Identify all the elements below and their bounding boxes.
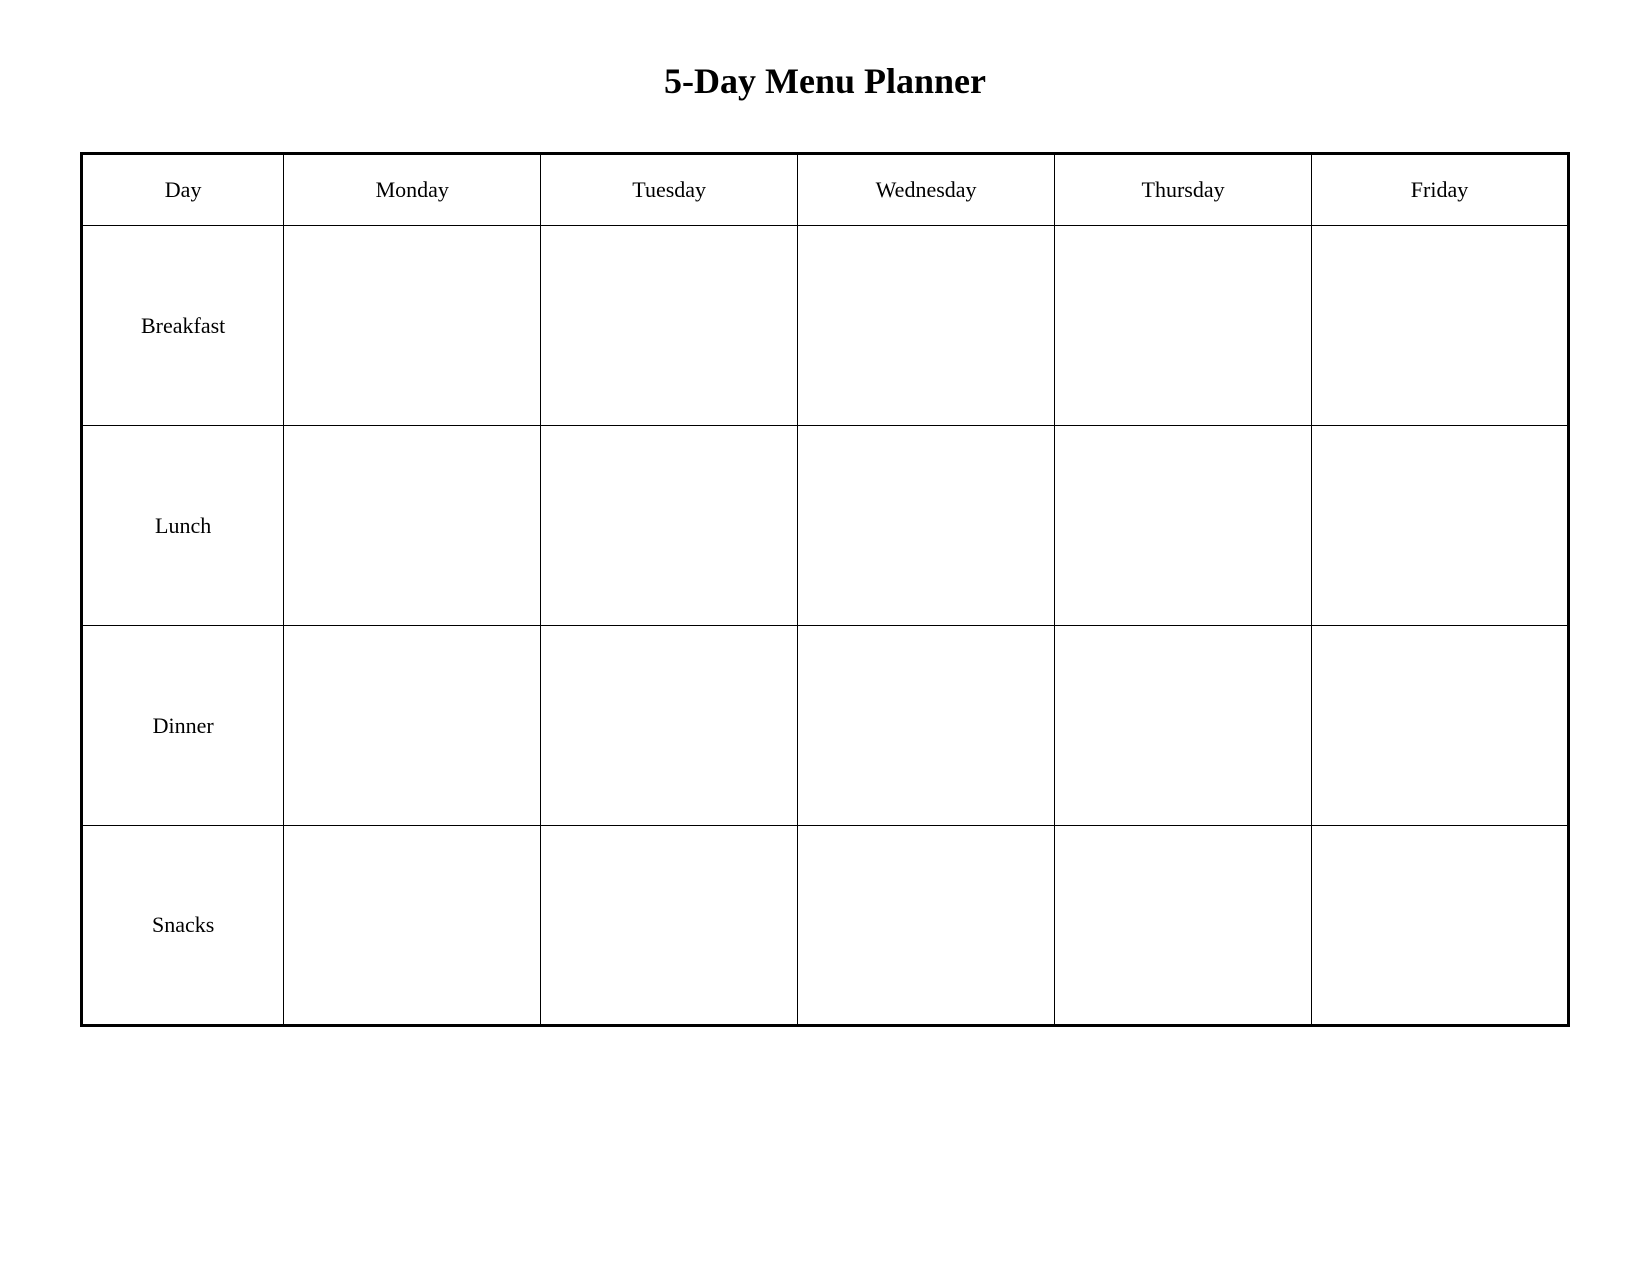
- lunch-monday[interactable]: [284, 426, 541, 626]
- header-tuesday: Tuesday: [541, 154, 798, 226]
- dinner-thursday[interactable]: [1055, 626, 1312, 826]
- lunch-label: Lunch: [82, 426, 284, 626]
- menu-planner-table: Day Monday Tuesday Wednesday Thursday Fr…: [80, 152, 1570, 1027]
- breakfast-label: Breakfast: [82, 226, 284, 426]
- header-wednesday: Wednesday: [798, 154, 1055, 226]
- header-friday: Friday: [1312, 154, 1569, 226]
- dinner-label: Dinner: [82, 626, 284, 826]
- breakfast-row: Breakfast: [82, 226, 1569, 426]
- snacks-monday[interactable]: [284, 826, 541, 1026]
- dinner-friday[interactable]: [1312, 626, 1569, 826]
- header-thursday: Thursday: [1055, 154, 1312, 226]
- lunch-thursday[interactable]: [1055, 426, 1312, 626]
- header-day: Day: [82, 154, 284, 226]
- snacks-friday[interactable]: [1312, 826, 1569, 1026]
- snacks-thursday[interactable]: [1055, 826, 1312, 1026]
- dinner-monday[interactable]: [284, 626, 541, 826]
- lunch-wednesday[interactable]: [798, 426, 1055, 626]
- snacks-wednesday[interactable]: [798, 826, 1055, 1026]
- page-title: 5-Day Menu Planner: [664, 60, 986, 102]
- header-row: Day Monday Tuesday Wednesday Thursday Fr…: [82, 154, 1569, 226]
- breakfast-thursday[interactable]: [1055, 226, 1312, 426]
- lunch-row: Lunch: [82, 426, 1569, 626]
- breakfast-friday[interactable]: [1312, 226, 1569, 426]
- dinner-tuesday[interactable]: [541, 626, 798, 826]
- lunch-friday[interactable]: [1312, 426, 1569, 626]
- snacks-label: Snacks: [82, 826, 284, 1026]
- snacks-row: Snacks: [82, 826, 1569, 1026]
- snacks-tuesday[interactable]: [541, 826, 798, 1026]
- dinner-row: Dinner: [82, 626, 1569, 826]
- header-monday: Monday: [284, 154, 541, 226]
- lunch-tuesday[interactable]: [541, 426, 798, 626]
- breakfast-tuesday[interactable]: [541, 226, 798, 426]
- breakfast-wednesday[interactable]: [798, 226, 1055, 426]
- dinner-wednesday[interactable]: [798, 626, 1055, 826]
- breakfast-monday[interactable]: [284, 226, 541, 426]
